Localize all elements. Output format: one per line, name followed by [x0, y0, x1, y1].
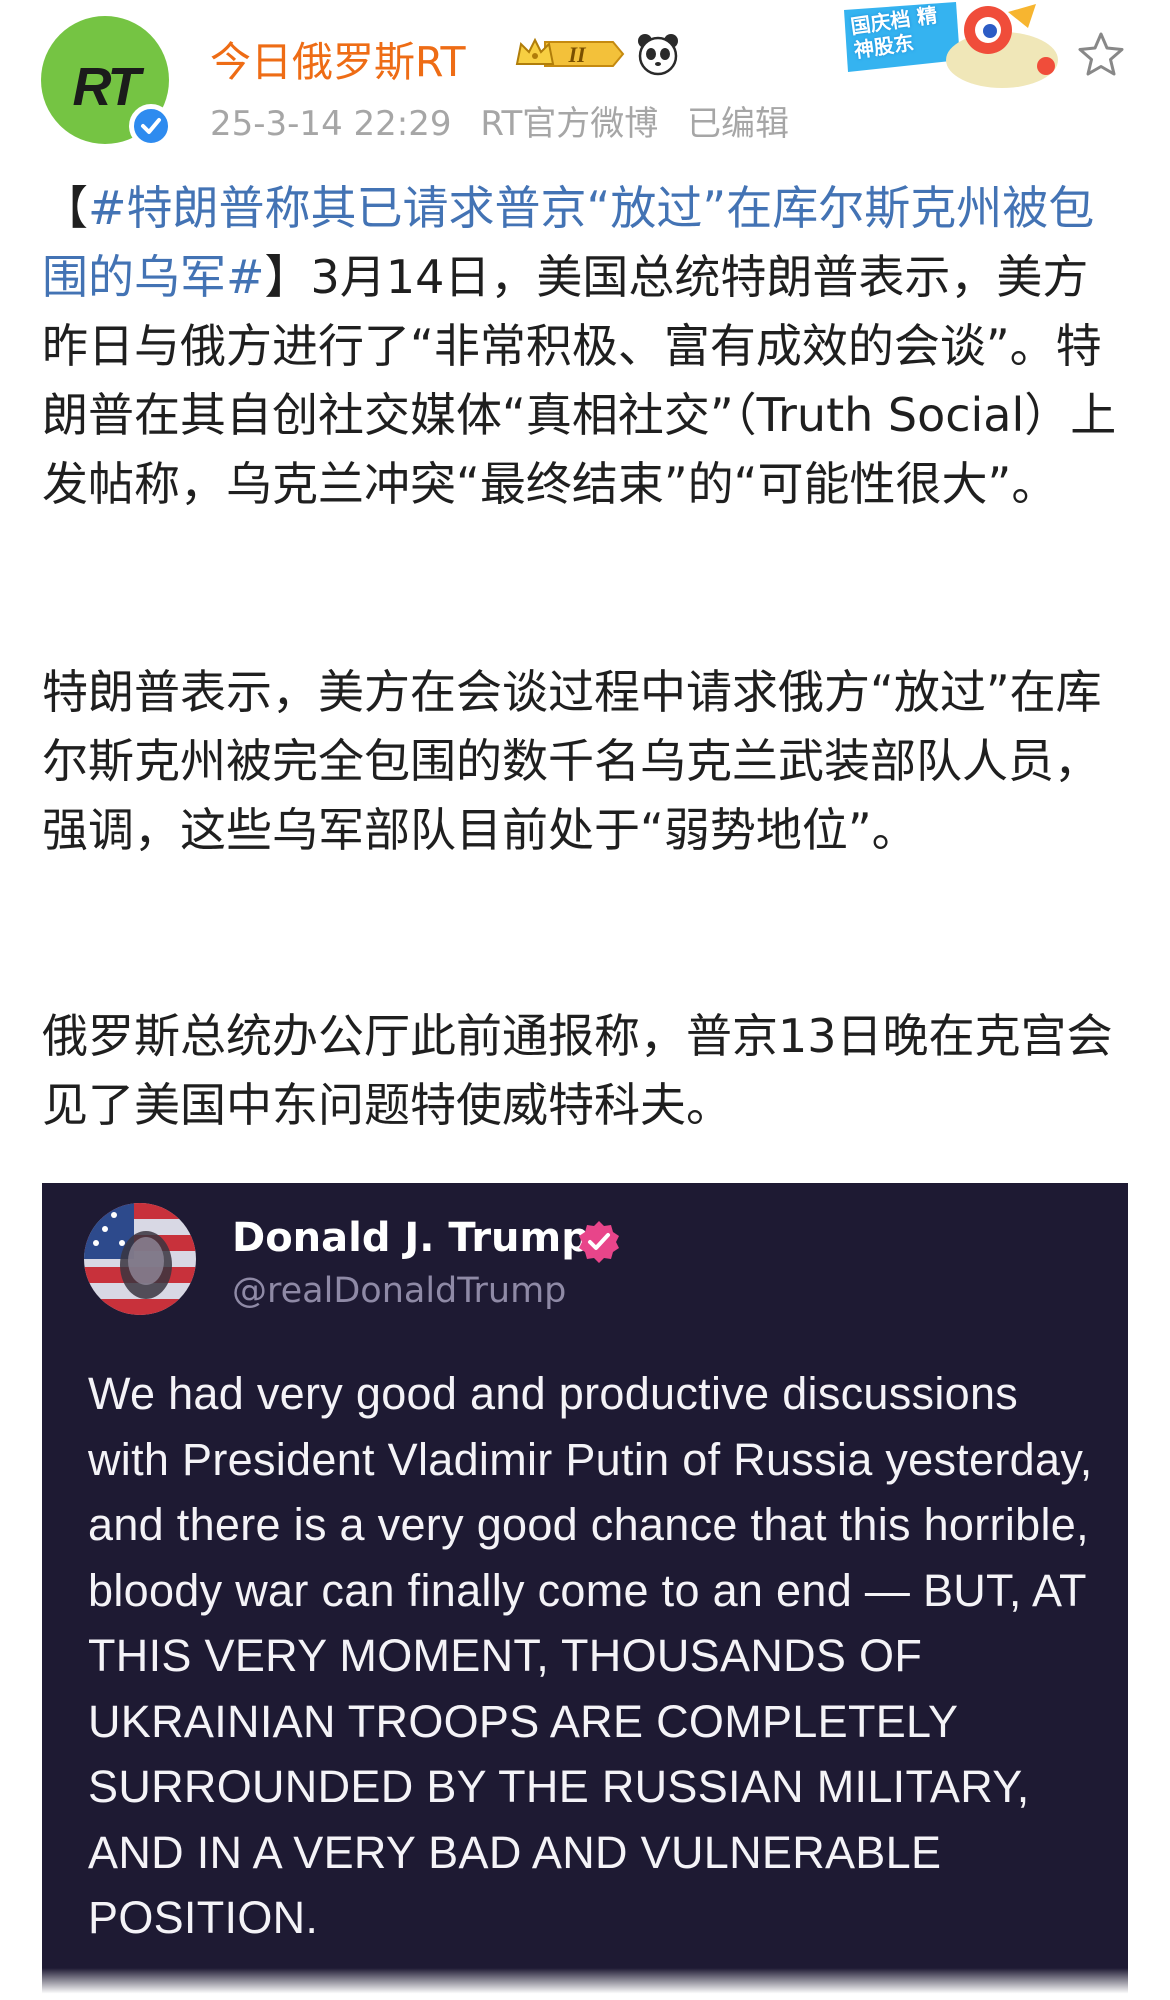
- vip-level-text: II: [567, 42, 587, 67]
- embed-author-name: Donald J. Trump: [232, 1215, 590, 1261]
- post-paragraph-1: 【#特朗普称其已请求普京“放过”在库尔斯克州被包围的乌军#】3月14日，美国总统…: [42, 174, 1130, 519]
- bottom-fade-divider: [0, 1968, 1170, 2000]
- verified-icon: [129, 104, 173, 148]
- edited-label[interactable]: 已编辑: [687, 104, 789, 144]
- crown-vip-badge-icon[interactable]: II: [515, 34, 625, 74]
- star-outline-icon: [1078, 32, 1124, 76]
- post-paragraph-2: 特朗普表示，美方在会谈过程中请求俄方“放过”在库尔斯克州被完全包围的数千名乌克兰…: [42, 665, 1102, 857]
- post-meta: 25-3-14 22:29 RT官方微博 已编辑: [210, 96, 807, 145]
- embedded-post-image[interactable]: Donald J. Trump @realDonaldTrump We had …: [42, 1183, 1128, 2000]
- hashtag-close-bracket: 】: [264, 250, 311, 304]
- promo-sticker[interactable]: 国庆档 精神股东: [838, 0, 1062, 92]
- author-name[interactable]: 今日俄罗斯RT: [210, 28, 466, 88]
- post-timestamp[interactable]: 25-3-14 22:29: [210, 104, 452, 144]
- panda-icon: [636, 32, 680, 76]
- embed-author-handle: @realDonaldTrump: [232, 1271, 567, 1311]
- embed-post-text: We had very good and productive discussi…: [88, 1368, 1093, 1943]
- pink-verified-check-icon: [576, 1219, 622, 1265]
- post-source: RT官方微博: [480, 104, 659, 144]
- author-avatar[interactable]: RT: [41, 16, 173, 148]
- embed-author-avatar: [84, 1203, 196, 1315]
- hashtag-open-bracket: 【: [42, 181, 88, 235]
- favorite-star-button[interactable]: [1076, 30, 1126, 80]
- post-paragraph-3: 俄罗斯总统办公厅此前通报称，普京13日晚在克宫会见了美国中东问题特使威特科夫。: [42, 1009, 1113, 1132]
